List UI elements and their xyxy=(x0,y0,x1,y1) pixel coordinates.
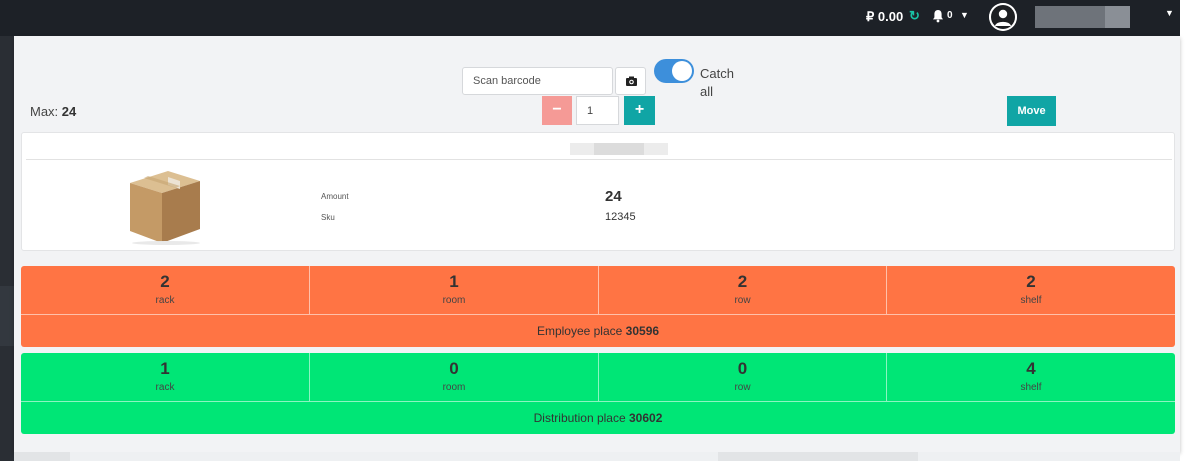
row-value: 2 xyxy=(737,272,748,291)
distribution-place-id: 30602 xyxy=(629,411,663,425)
place-cell-rack: 1 rack xyxy=(21,353,309,401)
shelf-value: 4 xyxy=(1026,359,1036,378)
username-redacted-block xyxy=(1105,6,1130,28)
footer-block-left xyxy=(14,452,70,461)
place-cell-shelf: 2 shelf xyxy=(887,266,1175,314)
place-cell-row: 2 row xyxy=(599,266,886,314)
place-cell-shelf: 4 shelf xyxy=(887,353,1175,401)
distribution-place-panel: 1 rack 0 room 0 row 4 shelf Distribution… xyxy=(21,353,1175,434)
bell-icon[interactable] xyxy=(932,9,944,23)
sku-label: Sku xyxy=(321,213,335,222)
product-title-redacted-core xyxy=(594,143,644,155)
toggle-knob xyxy=(672,61,692,81)
distribution-place-label: Distribution place xyxy=(533,411,626,425)
rack-value: 2 xyxy=(160,272,170,291)
room-value: 1 xyxy=(449,272,459,291)
product-card: Amount Sku 24 12345 xyxy=(21,132,1175,251)
chevron-down-icon[interactable]: ▼ xyxy=(960,10,969,20)
balance-display: ₽ 0.00 xyxy=(866,9,904,24)
product-image xyxy=(130,171,200,245)
refresh-icon[interactable]: ↻ xyxy=(909,8,920,24)
user-menu-chevron-icon[interactable]: ▼ xyxy=(1165,8,1174,18)
page-edge xyxy=(1180,0,1196,461)
row-label: row xyxy=(734,382,751,393)
footer-block-mid xyxy=(718,452,918,461)
employee-place-footer: Employee place 30596 xyxy=(21,315,1175,347)
divider xyxy=(26,159,1172,160)
catch-all-label-line2: all xyxy=(700,84,714,99)
max-quantity: Max: 24 xyxy=(30,104,76,119)
rack-label: rack xyxy=(155,295,175,306)
employee-place-label: Employee place xyxy=(536,324,623,338)
top-navbar: ₽ 0.00 ↻ 0 ▼ ▼ xyxy=(0,0,1180,36)
move-button[interactable]: Move xyxy=(1007,96,1056,126)
room-label: room xyxy=(442,382,466,393)
username-redacted[interactable] xyxy=(1035,6,1130,28)
sku-value: 12345 xyxy=(605,211,636,223)
scan-barcode-input[interactable] xyxy=(462,67,613,95)
room-label: room xyxy=(442,295,466,306)
rack-value: 1 xyxy=(160,359,170,378)
sidebar-active-item[interactable] xyxy=(0,286,14,346)
place-cell-room: 0 room xyxy=(310,353,598,401)
sidebar xyxy=(0,36,14,461)
page-footer-area xyxy=(14,452,1180,461)
decrement-button[interactable]: − xyxy=(542,96,572,125)
shelf-value: 2 xyxy=(1026,272,1036,291)
employee-place-id: 30596 xyxy=(625,324,660,338)
room-value: 0 xyxy=(449,359,459,378)
shelf-label: shelf xyxy=(1020,295,1042,306)
shelf-label: shelf xyxy=(1020,382,1042,393)
row-label: row xyxy=(734,295,751,306)
camera-icon xyxy=(626,76,637,86)
catch-all-label: Catch xyxy=(700,66,734,81)
place-cell-room: 1 room xyxy=(310,266,598,314)
amount-label: Amount xyxy=(321,192,349,201)
distribution-place-footer: Distribution place 30602 xyxy=(21,402,1175,434)
place-cell-rack: 2 rack xyxy=(21,266,309,314)
product-title-redacted xyxy=(570,143,668,155)
rack-label: rack xyxy=(155,382,175,393)
place-cell-row: 0 row xyxy=(599,353,886,401)
notification-count[interactable]: 0 xyxy=(947,10,953,21)
increment-button[interactable]: + xyxy=(624,96,655,125)
employee-place-panel: 2 rack 1 room 2 row 2 shelf Employee pla… xyxy=(21,266,1175,347)
camera-button[interactable] xyxy=(615,67,646,95)
max-value: 24 xyxy=(61,104,77,119)
catch-all-toggle[interactable] xyxy=(654,59,694,83)
max-label: Max: xyxy=(30,104,59,119)
quantity-input[interactable]: 1 xyxy=(576,96,619,125)
amount-value: 24 xyxy=(605,188,622,205)
row-value: 0 xyxy=(737,359,748,378)
user-avatar-icon[interactable] xyxy=(989,3,1017,31)
